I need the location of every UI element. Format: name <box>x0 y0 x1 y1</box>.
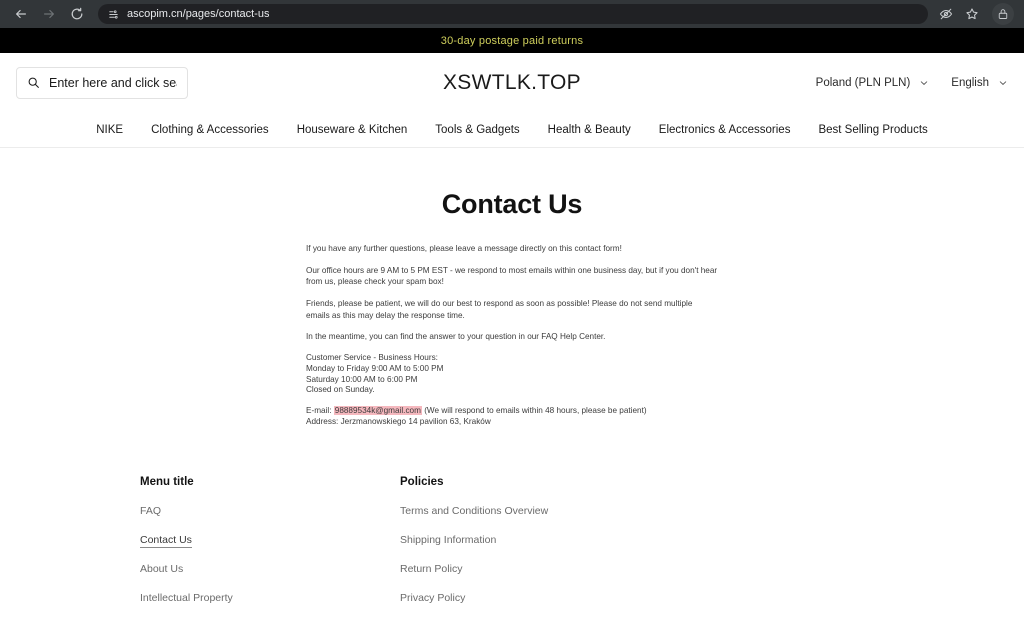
nav-item-best-selling-products[interactable]: Best Selling Products <box>818 124 927 136</box>
list-item: FAQ <box>140 501 400 519</box>
header-right: Poland (PLN PLN) English <box>816 77 1008 89</box>
contact-details-block: E-mail: 98889534k@gmail.com (We will res… <box>306 406 718 428</box>
announcement-bar: 30-day postage paid returns <box>0 28 1024 53</box>
star-icon[interactable] <box>962 4 982 24</box>
eye-off-icon[interactable] <box>936 4 956 24</box>
nav-item-clothing-accessories[interactable]: Clothing & Accessories <box>151 124 269 136</box>
faq-paragraph: In the meantime, you can find the answer… <box>306 332 606 342</box>
email-line: E-mail: 98889534k@gmail.com (We will res… <box>306 406 718 417</box>
chevron-down-icon <box>919 78 929 88</box>
office-hours-paragraph: Our office hours are 9 AM to 5 PM EST - … <box>306 265 718 287</box>
patience-paragraph: Friends, please be patient, we will do o… <box>306 298 693 320</box>
search-icon <box>27 76 40 89</box>
footer-column-policies-title: Policies <box>400 475 444 488</box>
business-hours-block: Customer Service - Business Hours: Monda… <box>306 353 718 396</box>
address-line: Address: Jerzmanowskiego 14 pavilion 63,… <box>306 416 491 426</box>
site-settings-icon[interactable] <box>108 9 119 20</box>
business-hours-heading: Customer Service - Business Hours: <box>306 352 438 362</box>
nav-item-nike[interactable]: NIKE <box>96 124 123 136</box>
contact-content: If you have any further questions, pleas… <box>306 243 718 428</box>
announcement-text: 30-day postage paid returns <box>440 34 584 47</box>
footer-link-privacy-policy[interactable]: Privacy Policy <box>400 592 465 604</box>
nav-item-houseware-kitchen[interactable]: Houseware & Kitchen <box>297 124 408 136</box>
list-item: About Us <box>140 559 400 577</box>
list-item: Return Policy <box>400 559 660 577</box>
footer-link-contact-us[interactable]: Contact Us <box>140 533 192 548</box>
reload-icon[interactable] <box>64 1 90 27</box>
intro-paragraph: If you have any further questions, pleas… <box>306 244 622 253</box>
profile-icon[interactable] <box>992 3 1014 25</box>
browser-toolbar: ascopim.cn/pages/contact-us <box>0 0 1024 28</box>
address-bar-url: ascopim.cn/pages/contact-us <box>127 8 270 20</box>
address-bar[interactable]: ascopim.cn/pages/contact-us <box>98 4 928 24</box>
footer-link-about-us[interactable]: About Us <box>140 563 183 575</box>
footer-column-menu-title: Menu title <box>140 475 194 488</box>
footer-menu-list: FAQ Contact Us About Us Intellectual Pro… <box>140 501 400 606</box>
main-navigation: NIKE Clothing & Accessories Houseware & … <box>0 112 1024 148</box>
footer-column-menu: Menu title FAQ Contact Us About Us Intel… <box>140 476 400 617</box>
country-selector-label: Poland (PLN PLN) <box>815 76 911 89</box>
email-address[interactable]: 98889534k@gmail.com <box>333 406 422 416</box>
list-item: Privacy Policy <box>400 588 660 606</box>
footer-link-intellectual-property[interactable]: Intellectual Property <box>140 592 233 604</box>
footer-column-policies: Policies Terms and Conditions Overview S… <box>400 476 660 617</box>
footer-policies-list: Terms and Conditions Overview Shipping I… <box>400 501 660 606</box>
country-selector[interactable]: Poland (PLN PLN) <box>816 77 930 89</box>
back-icon[interactable] <box>8 1 34 27</box>
footer-link-shipping-information[interactable]: Shipping Information <box>400 534 496 546</box>
language-selector[interactable]: English <box>951 77 1008 89</box>
business-hours-sunday: Closed on Sunday. <box>306 385 375 395</box>
search-box[interactable] <box>16 66 188 99</box>
search-input[interactable] <box>49 75 177 90</box>
footer-menus: Menu title FAQ Contact Us About Us Intel… <box>140 476 884 617</box>
page-title: Contact Us <box>441 189 583 219</box>
list-item: Intellectual Property <box>140 588 400 606</box>
business-hours-saturday: Saturday 10:00 AM to 6:00 PM <box>306 374 418 384</box>
footer-link-terms-and-conditions[interactable]: Terms and Conditions Overview <box>400 505 548 517</box>
email-label: E-mail: <box>306 406 332 416</box>
chrome-actions <box>936 3 1016 25</box>
list-item: Terms and Conditions Overview <box>400 501 660 519</box>
nav-item-health-beauty[interactable]: Health & Beauty <box>548 124 631 136</box>
footer-link-return-policy[interactable]: Return Policy <box>400 563 462 575</box>
list-item: Contact Us <box>140 530 400 548</box>
footer-link-faq[interactable]: FAQ <box>140 505 161 517</box>
email-note: (We will respond to emails within 48 hou… <box>424 406 647 416</box>
business-hours-weekday: Monday to Friday 9:00 AM to 5:00 PM <box>306 363 444 373</box>
chevron-down-icon <box>998 78 1008 88</box>
site-header: XSWTLK.TOP Poland (PLN PLN) English <box>0 53 1024 112</box>
forward-icon[interactable] <box>36 1 62 27</box>
nav-item-tools-gadgets[interactable]: Tools & Gadgets <box>435 124 519 136</box>
list-item: Shipping Information <box>400 530 660 548</box>
nav-item-electronics-accessories[interactable]: Electronics & Accessories <box>659 124 791 136</box>
language-selector-label: English <box>951 76 989 89</box>
